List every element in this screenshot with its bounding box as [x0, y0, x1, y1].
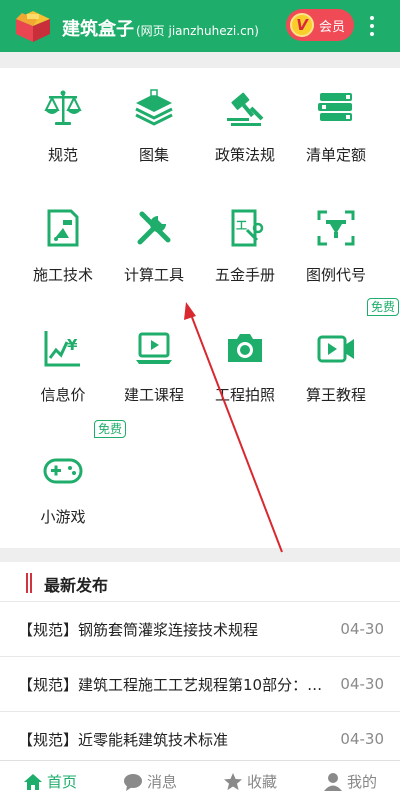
news-title: 【规范】近零能耗建筑技术标准 [18, 731, 229, 749]
grid-item-construction[interactable]: 施工技术 [18, 188, 108, 298]
camera-icon [228, 334, 262, 362]
tools-icon [137, 211, 171, 245]
tab-profile[interactable]: 我的 [300, 761, 400, 801]
grid-item-atlas[interactable]: 图集 [109, 68, 199, 178]
books-icon [318, 93, 352, 121]
free-badge: 免费 [93, 420, 126, 438]
box-logo-icon [16, 11, 50, 42]
gavel-icon [227, 92, 264, 126]
grid-item-label: 图例代号 [305, 266, 366, 284]
grid-item-course[interactable]: 建工课程 [109, 308, 199, 418]
news-title: 【规范】钢筋套筒灌浆连接技术规程 [18, 621, 259, 639]
scale-icon [44, 90, 82, 125]
divider [0, 548, 400, 562]
app-header: 建筑盒子 (网页 jianzhuhezi.cn) V 会员 [0, 0, 400, 52]
message-icon [123, 773, 142, 791]
grid-item-photo[interactable]: 工程拍照 [200, 308, 290, 418]
grid-item-quota[interactable]: 清单定额 [291, 68, 381, 178]
grid-item-policy[interactable]: 政策法规 [200, 68, 290, 178]
bottom-tabbar: 首页 消息 收藏 我的 [0, 760, 400, 801]
tab-messages[interactable]: 消息 [100, 761, 200, 801]
star-icon [223, 772, 242, 790]
divider [0, 52, 400, 68]
tab-label: 我的 [346, 773, 377, 791]
svg-text:工: 工 [236, 219, 247, 232]
user-icon [323, 772, 342, 791]
list-item[interactable]: 【规范】近零能耗建筑技术标准 04-30 [0, 711, 400, 766]
legend-icon [317, 210, 355, 246]
grid-item-tutorial[interactable]: 免费 算王教程 [291, 298, 399, 418]
tab-label: 首页 [46, 773, 77, 791]
app-name: 建筑盒子 [62, 19, 134, 40]
course-laptop-icon [136, 332, 172, 364]
list-item[interactable]: 【规范】建筑工程施工工艺规程第10部分：… 04-30 [0, 656, 400, 711]
gamepad-icon [43, 458, 83, 484]
vip-label: 会员 [319, 19, 346, 35]
news-date: 04-30 [340, 730, 384, 748]
section-title: 最新发布 [44, 576, 109, 595]
more-vertical-icon[interactable] [366, 14, 378, 38]
video-icon [317, 335, 354, 363]
news-title: 【规范】建筑工程施工工艺规程第10部分：… [18, 676, 323, 694]
grid-item-game[interactable]: 免费 小游戏 [18, 420, 126, 540]
news-date: 04-30 [340, 620, 384, 638]
list-item[interactable]: 【规范】钢筋套筒灌浆连接技术规程 04-30 [0, 601, 400, 656]
construction-doc-icon [47, 209, 79, 247]
grid-item-spec[interactable]: 规范 [18, 68, 108, 178]
site-note: (网页 jianzhuhezi.cn) [136, 24, 259, 38]
svg-text:¥: ¥ [67, 336, 78, 354]
home-icon [23, 773, 42, 790]
vip-button[interactable]: V 会员 [286, 9, 354, 41]
latest-section-header: 最新发布 [0, 562, 400, 602]
grid-item-price[interactable]: ¥ 信息价 [18, 308, 108, 418]
free-badge: 免费 [366, 298, 399, 316]
section-marker [26, 573, 32, 593]
grid-item-label: 小游戏 [40, 508, 86, 526]
app-title: 建筑盒子 (网页 jianzhuhezi.cn) [62, 15, 259, 41]
layers-icon [135, 89, 173, 126]
price-chart-icon: ¥ [44, 331, 80, 367]
grid-item-legend[interactable]: 图例代号 [291, 188, 381, 298]
tab-label: 消息 [146, 773, 177, 791]
grid-item-calc[interactable]: 计算工具 [109, 188, 199, 298]
grid-item-label: 算王教程 [305, 386, 366, 404]
grid-item-hardware[interactable]: 工 五金手册 [200, 188, 290, 298]
grid-item-label: 清单定额 [305, 146, 366, 164]
tab-favorites[interactable]: 收藏 [200, 761, 300, 801]
hardware-manual-icon: 工 [231, 209, 264, 247]
tab-label: 收藏 [246, 773, 277, 791]
tab-home[interactable]: 首页 [0, 761, 100, 801]
vip-badge-icon: V [290, 13, 314, 37]
news-date: 04-30 [340, 675, 384, 693]
